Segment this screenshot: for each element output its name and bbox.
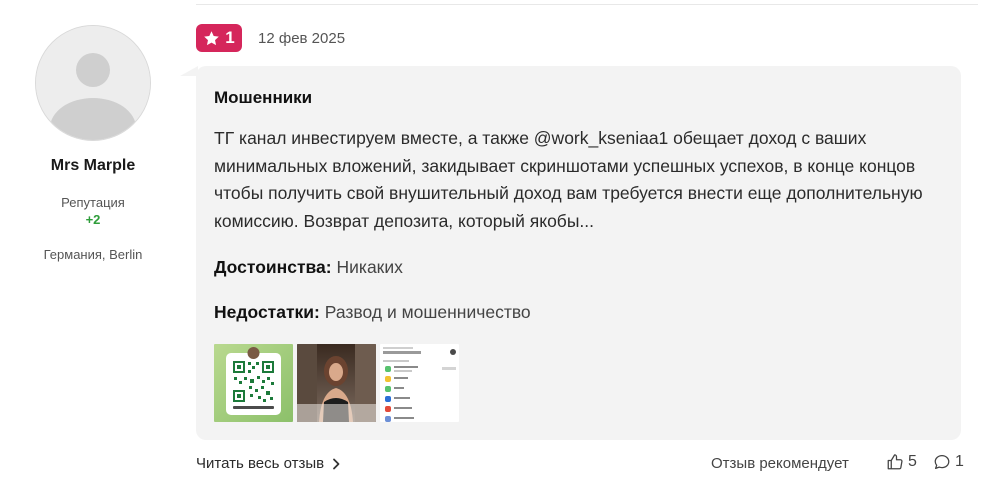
review-text: ТГ канал инвестируем вместе, а также @wo… — [214, 128, 923, 231]
qr-code-image — [214, 344, 293, 422]
review-thumbnails — [214, 344, 459, 422]
read-full-review-link[interactable]: Читать весь отзыв — [196, 455, 340, 472]
review-item: Mrs Marple Репутация +2 Германия, Berlin… — [0, 0, 984, 487]
comments-button[interactable]: 1 — [933, 453, 964, 471]
cons-value: Развод и мошенничество — [324, 302, 531, 322]
star-icon — [204, 30, 220, 45]
reputation-label: Репутация — [61, 195, 125, 210]
pros-label: Достоинства: — [214, 257, 332, 277]
cons: Недостатки: Развод и мошенничество — [214, 302, 531, 323]
recommend-label: Отзыв рекомендует — [711, 455, 849, 472]
cons-label: Недостатки: — [214, 302, 320, 322]
chevron-right-icon — [333, 458, 340, 469]
thumbnail-app-screenshot[interactable] — [380, 344, 459, 422]
app-screenshot-image — [380, 344, 459, 422]
pros: Достоинства: Никаких — [214, 257, 403, 278]
comments-count: 1 — [955, 453, 964, 470]
review-date: 12 фев 2025 — [258, 30, 346, 47]
like-button[interactable]: 5 — [886, 453, 917, 471]
thumbnail-qr-code[interactable] — [214, 344, 293, 422]
thumbs-up-icon — [887, 454, 903, 470]
divider — [196, 4, 978, 5]
user-placeholder-icon — [36, 26, 150, 140]
photo-image — [297, 344, 376, 422]
qr-caption-mark — [233, 406, 274, 409]
likes-count: 5 — [908, 453, 917, 470]
author-name[interactable]: Mrs Marple — [0, 157, 186, 175]
thumbnail-photo[interactable] — [297, 344, 376, 422]
author-location: Германия, Berlin — [43, 247, 143, 262]
avatar[interactable] — [35, 25, 151, 141]
rating-badge: 1 — [196, 24, 242, 52]
reputation-value: +2 — [85, 212, 101, 227]
read-more-label: Читать весь отзыв — [196, 455, 325, 472]
review-card: Мошенники ТГ канал инвестируем вместе, а… — [196, 66, 961, 440]
comment-icon — [934, 454, 950, 470]
pros-value: Никаких — [336, 257, 403, 277]
rating-value: 1 — [225, 28, 235, 47]
review-title[interactable]: Мошенники — [214, 88, 312, 108]
